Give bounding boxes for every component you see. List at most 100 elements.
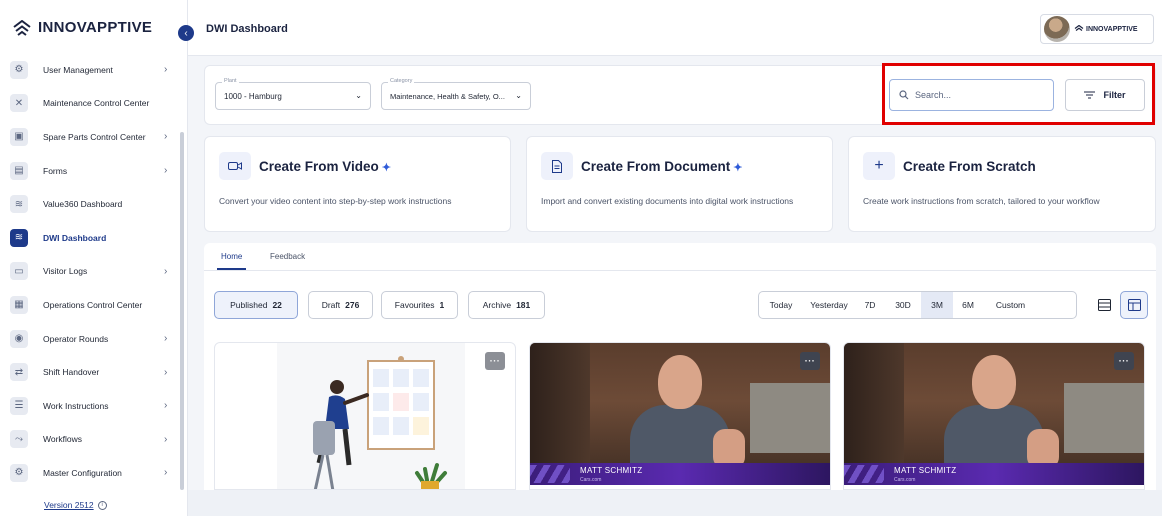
filter-button-label: Filter bbox=[1103, 90, 1126, 100]
create-from-document-description: Import and convert existing documents in… bbox=[541, 196, 794, 206]
profile-menu[interactable]: INNOVAPPTIVE bbox=[1040, 14, 1154, 44]
whiteboard-illustration bbox=[277, 343, 465, 489]
avatar bbox=[1044, 16, 1070, 42]
chip-count: 22 bbox=[272, 300, 282, 310]
tools-icon: ✕ bbox=[10, 94, 28, 113]
video-thumbnail: MATT SCHMITZ Cars.com bbox=[530, 343, 830, 489]
users-gear-icon: ⚙ bbox=[10, 60, 28, 79]
sidebar-item-forms[interactable]: ▤ Forms › bbox=[0, 154, 180, 188]
create-from-video-title: Create From Video ✦ bbox=[259, 159, 392, 174]
work-instruction-card[interactable]: MATT SCHMITZ Cars.com ··· bbox=[529, 342, 831, 490]
range-7d[interactable]: 7D bbox=[855, 292, 885, 318]
document-icon bbox=[541, 152, 573, 180]
sidebar-nav: ⚙ User Management › ✕ Maintenance Control Ce… bbox=[0, 53, 180, 490]
sidebar-item-dwi-dashboard[interactable]: ≋ DWI Dashboard bbox=[0, 221, 180, 255]
lower-third-banner bbox=[530, 463, 830, 485]
sidebar-item-label: Master Configuration bbox=[43, 467, 122, 478]
search-box[interactable] bbox=[889, 79, 1054, 111]
filter-bar: Plant 1000 - Hamburg ⌄ Category Maintena… bbox=[204, 65, 1156, 125]
chevron-right-icon: › bbox=[164, 433, 168, 445]
sidebar-scrollbar[interactable] bbox=[180, 132, 184, 490]
sidebar-item-label: Spare Parts Control Center bbox=[43, 131, 146, 142]
presenter-caption: Cars.com bbox=[580, 477, 602, 483]
tab-home[interactable]: Home bbox=[216, 252, 247, 270]
list-view-button[interactable] bbox=[1090, 291, 1118, 319]
status-chip-published[interactable]: Published 22 bbox=[214, 291, 298, 319]
app-logo[interactable]: INNOVAPPTIVE bbox=[12, 19, 152, 36]
workflow-icon: ⤳ bbox=[10, 430, 28, 449]
sparkle-icon: ✦ bbox=[733, 162, 743, 174]
range-30d[interactable]: 30D bbox=[885, 292, 921, 318]
range-custom[interactable]: Custom bbox=[983, 292, 1038, 318]
presenter-caption: Cars.com bbox=[894, 477, 916, 483]
plant-select[interactable]: Plant 1000 - Hamburg ⌄ bbox=[215, 78, 371, 110]
page-title: DWI Dashboard bbox=[206, 23, 288, 35]
sidebar-item-maintenance-control-center[interactable]: ✕ Maintenance Control Center bbox=[0, 87, 180, 121]
range-6m[interactable]: 6M bbox=[953, 292, 983, 318]
more-options-button[interactable]: ··· bbox=[800, 352, 820, 370]
category-select[interactable]: Category Maintenance, Health & Safety, O… bbox=[381, 78, 531, 110]
chevron-right-icon: › bbox=[164, 165, 168, 177]
plant-select-label: Plant bbox=[222, 78, 239, 84]
create-from-document-card[interactable]: Create From Document ✦ Import and convert… bbox=[526, 136, 833, 232]
more-options-button[interactable]: ··· bbox=[485, 352, 505, 370]
sidebar-item-operator-rounds[interactable]: ◉ Operator Rounds › bbox=[0, 322, 180, 356]
status-chip-favourites[interactable]: Favourites 1 bbox=[381, 291, 458, 319]
dashboard-icon: ≋ bbox=[10, 195, 28, 214]
list-icon: ☰ bbox=[10, 396, 28, 415]
page-bottom bbox=[188, 490, 1162, 516]
sidebar-item-spare-parts-control-center[interactable]: ▣ Spare Parts Control Center › bbox=[0, 120, 180, 154]
chevron-left-icon: ‹ bbox=[184, 27, 188, 39]
create-from-video-card[interactable]: Create From Video ✦ Convert your video co… bbox=[204, 136, 511, 232]
status-chip-archive[interactable]: Archive 181 bbox=[468, 291, 545, 319]
sidebar-item-user-management[interactable]: ⚙ User Management › bbox=[0, 53, 180, 87]
brand-text: INNOVAPPTIVE bbox=[1086, 25, 1138, 33]
search-input[interactable] bbox=[915, 90, 1045, 100]
sidebar-item-label: User Management bbox=[43, 64, 113, 75]
chevron-right-icon: › bbox=[164, 467, 168, 479]
innovapptive-logo-icon bbox=[1074, 25, 1084, 31]
innovapptive-logo-icon bbox=[13, 19, 31, 36]
sidebar-item-label: Maintenance Control Center bbox=[43, 98, 150, 109]
sidebar-item-value360-dashboard[interactable]: ≋ Value360 Dashboard bbox=[0, 187, 180, 221]
more-options-button[interactable]: ··· bbox=[1114, 352, 1134, 370]
range-today[interactable]: Today bbox=[759, 292, 803, 318]
chevron-right-icon: › bbox=[164, 64, 168, 76]
tab-feedback[interactable]: Feedback bbox=[270, 252, 305, 261]
logo-text: INNOVAPPTIVE bbox=[38, 19, 153, 36]
status-chip-draft[interactable]: Draft 276 bbox=[308, 291, 373, 319]
info-icon[interactable]: i bbox=[97, 500, 107, 510]
sidebar-item-visitor-logs[interactable]: ▭ Visitor Logs › bbox=[0, 255, 180, 289]
sidebar-item-shift-handover[interactable]: ⇄ Shift Handover › bbox=[0, 355, 180, 389]
gear-icon: ⚙ bbox=[10, 463, 28, 482]
sidebar-item-label: Work Instructions bbox=[43, 400, 109, 411]
work-instruction-card[interactable]: MATT SCHMITZ Cars.com ··· bbox=[843, 342, 1145, 490]
search-icon bbox=[899, 90, 909, 100]
sidebar-item-work-instructions[interactable]: ☰ Work Instructions › bbox=[0, 389, 180, 423]
plant-select-value: 1000 - Hamburg bbox=[224, 92, 282, 101]
list-view-icon bbox=[1097, 299, 1111, 311]
collapse-sidebar-button[interactable]: ‹ bbox=[178, 25, 194, 41]
chevron-down-icon: ⌄ bbox=[355, 91, 362, 100]
content-panel: Published 22 Draft 276 Favourites 1 Archive… bbox=[204, 271, 1156, 490]
sidebar-item-operations-control-center[interactable]: ▦ Operations Control Center bbox=[0, 288, 180, 322]
presenter-name: MATT SCHMITZ bbox=[580, 466, 643, 475]
grid-view-button[interactable] bbox=[1120, 291, 1148, 319]
range-3m[interactable]: 3M bbox=[921, 292, 953, 318]
create-from-scratch-card[interactable]: + Create From Scratch Create work instru… bbox=[848, 136, 1156, 232]
forklift-icon: ▣ bbox=[10, 127, 28, 146]
sidebar-item-label: Forms bbox=[43, 165, 68, 176]
sidebar-item-label: Workflows bbox=[43, 434, 83, 445]
version-label: Version 2512 bbox=[44, 500, 94, 510]
work-instruction-card[interactable]: ··· bbox=[214, 342, 516, 490]
filter-button[interactable]: Filter bbox=[1065, 79, 1145, 111]
sidebar-item-master-configuration[interactable]: ⚙ Master Configuration › bbox=[0, 456, 180, 490]
create-from-scratch-description: Create work instructions from scratch, t… bbox=[863, 196, 1100, 206]
range-yesterday[interactable]: Yesterday bbox=[803, 292, 855, 318]
sparkle-icon: ✦ bbox=[381, 162, 392, 174]
sidebar-item-label: Operator Rounds bbox=[43, 333, 109, 344]
create-from-document-title: Create From Document ✦ bbox=[581, 159, 743, 174]
version-link[interactable]: Version 2512 i bbox=[44, 500, 107, 510]
create-from-video-description: Convert your video content into step-by-… bbox=[219, 196, 452, 206]
sidebar-item-workflows[interactable]: ⤳ Workflows › bbox=[0, 423, 180, 457]
